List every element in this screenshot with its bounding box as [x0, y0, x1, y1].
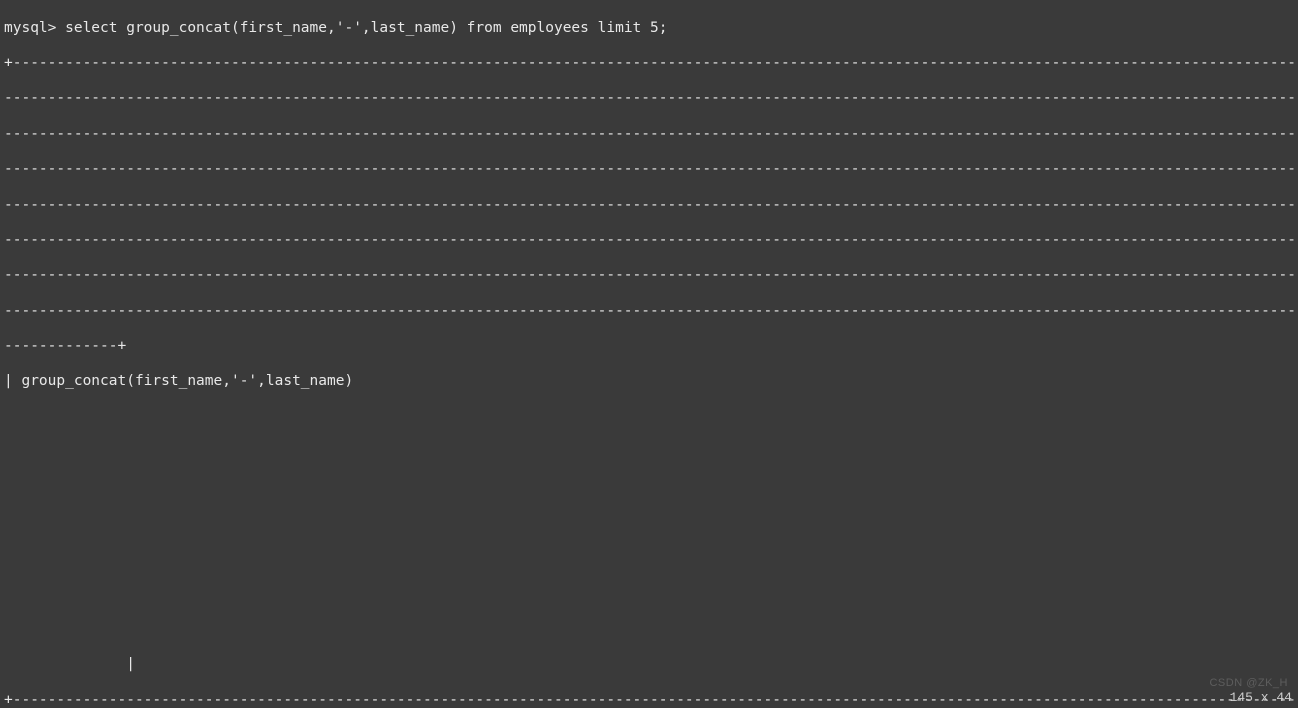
blank-line [4, 480, 1294, 498]
border-line: +---------------------------------------… [4, 55, 1294, 73]
header-end-marker: | [4, 656, 1294, 674]
blank-line [4, 444, 1294, 462]
border-line: ----------------------------------------… [4, 267, 1294, 285]
border-line: ----------------------------------------… [4, 232, 1294, 250]
mysql-terminal[interactable]: mysql> select group_concat(first_name,'-… [0, 0, 1298, 708]
sql-query: select group_concat(first_name,'-',last_… [65, 20, 667, 36]
blank-line [4, 586, 1294, 604]
border-line: ----------------------------------------… [4, 126, 1294, 144]
border-line: ----------------------------------------… [4, 197, 1294, 215]
terminal-size-status: 145 x 44 [1230, 690, 1292, 706]
blank-line [4, 515, 1294, 533]
border-line: ----------------------------------------… [4, 90, 1294, 108]
blank-line [4, 621, 1294, 639]
border-line: +---------------------------------------… [4, 692, 1294, 708]
blank-line [4, 409, 1294, 427]
border-line-end: -------------+ [4, 338, 1294, 356]
border-line: ----------------------------------------… [4, 303, 1294, 321]
query-line: mysql> select group_concat(first_name,'-… [4, 20, 1294, 38]
watermark-text: CSDN @ZK_H [1209, 677, 1288, 690]
blank-line [4, 550, 1294, 568]
column-header: | group_concat(first_name,'-',last_name) [4, 373, 1294, 391]
mysql-prompt: mysql> [4, 20, 65, 36]
border-line: ----------------------------------------… [4, 161, 1294, 179]
